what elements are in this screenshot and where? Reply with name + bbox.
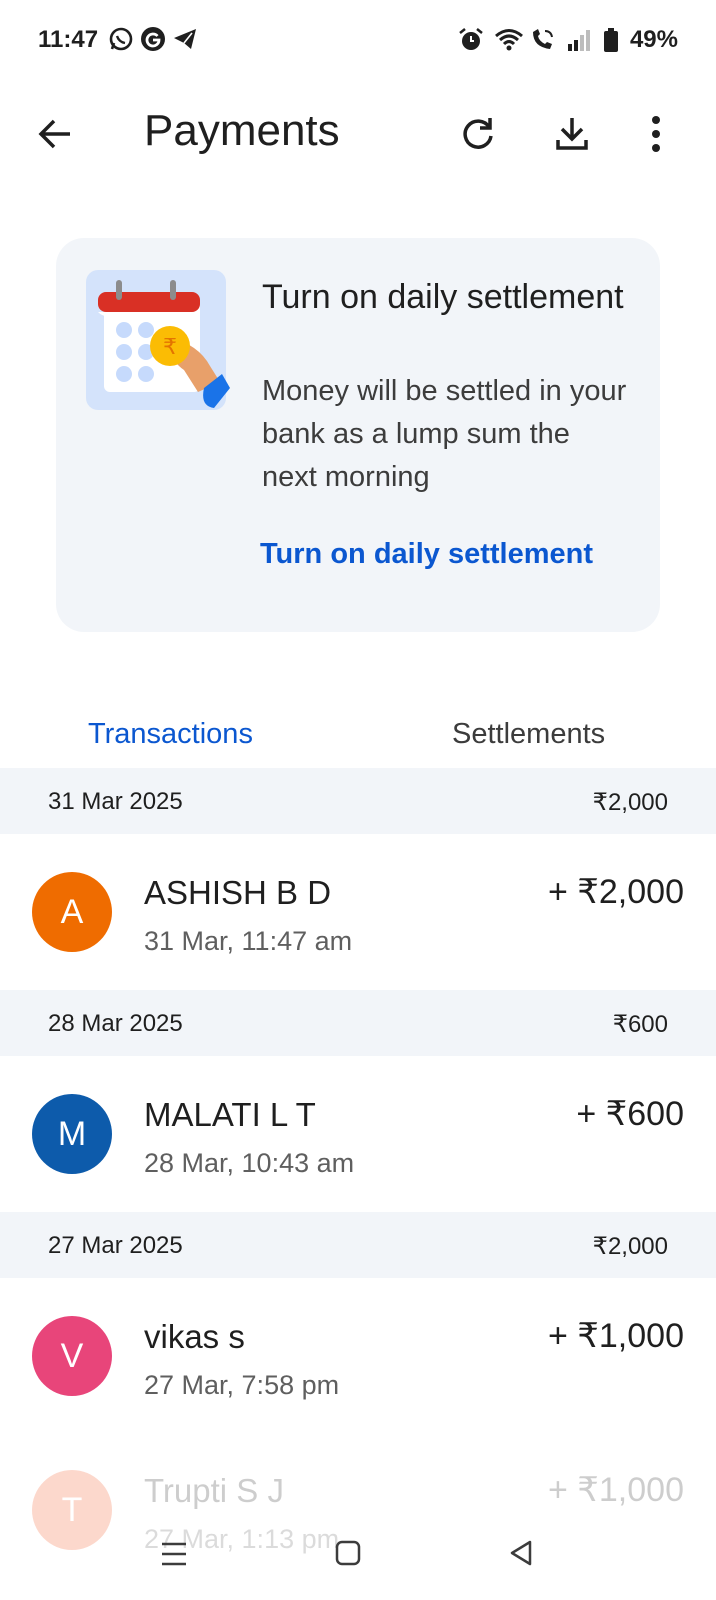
telegram-icon [172, 26, 198, 52]
page-title: Payments [144, 106, 340, 155]
tab-transactions[interactable]: Transactions [88, 718, 253, 751]
avatar: V [32, 1316, 112, 1396]
back-icon [510, 1540, 532, 1566]
payer-name: vikas s [144, 1318, 245, 1355]
refresh-button[interactable] [454, 110, 502, 158]
date-group-header: 31 Mar 2025 ₹2,000 [0, 768, 716, 834]
group-total: ₹2,000 [592, 1233, 668, 1260]
avatar: A [32, 872, 112, 952]
transaction-row[interactable]: A ASHISH B D 31 Mar, 11:47 am + ₹2,000 [0, 834, 716, 994]
date-group-header: 28 Mar 2025 ₹600 [0, 990, 716, 1056]
avatar: M [32, 1094, 112, 1174]
battery-icon [602, 27, 620, 53]
google-icon [140, 26, 166, 52]
payer-name: MALATI L T [144, 1096, 316, 1133]
group-total: ₹2,000 [592, 789, 668, 816]
recents-button[interactable] [152, 1532, 196, 1576]
date-group-header: 27 Mar 2025 ₹2,000 [0, 1212, 716, 1278]
home-icon [335, 1540, 361, 1566]
promo-title: Turn on daily settlement [262, 278, 624, 316]
app-bar: Payments [0, 84, 716, 184]
payer-name: Trupti S J [144, 1472, 284, 1509]
download-icon [556, 118, 588, 150]
recents-icon [162, 1542, 186, 1566]
transaction-amount: + ₹600 [576, 1095, 684, 1133]
transaction-time: 31 Mar, 11:47 am [144, 926, 353, 956]
refresh-icon [463, 118, 493, 149]
payer-name: ASHISH B D [144, 874, 332, 911]
group-date: 28 Mar 2025 [48, 1010, 183, 1037]
status-time: 11:47 [38, 26, 99, 53]
transaction-row[interactable]: V vikas s 27 Mar, 7:58 pm + ₹1,000 [0, 1278, 716, 1438]
group-total: ₹600 [612, 1011, 668, 1038]
wifi-icon [494, 27, 523, 53]
more-vert-icon [652, 116, 660, 152]
transaction-row[interactable]: M MALATI L T 28 Mar, 10:43 am + ₹600 [0, 1056, 716, 1216]
tab-settlements[interactable]: Settlements [452, 718, 605, 751]
nav-back-button[interactable] [500, 1532, 544, 1576]
wifi-call-icon [530, 27, 556, 53]
battery-percent: 49% [629, 26, 678, 53]
home-button[interactable] [326, 1532, 370, 1576]
daily-settlement-card: ₹ Turn on daily settlement Money will be… [56, 238, 660, 632]
transaction-amount: + ₹1,000 [547, 1317, 684, 1355]
whatsapp-icon [108, 26, 134, 52]
transaction-amount: + ₹2,000 [547, 873, 684, 911]
group-date: 27 Mar 2025 [48, 1232, 183, 1259]
signal-icon [566, 27, 592, 53]
svg-text:₹: ₹ [163, 335, 177, 360]
more-options-button[interactable] [644, 110, 692, 158]
back-button[interactable] [32, 110, 80, 158]
transaction-time: 27 Mar, 7:58 pm [144, 1370, 340, 1400]
transaction-time: 28 Mar, 10:43 am [144, 1148, 355, 1178]
group-date: 31 Mar 2025 [48, 788, 183, 815]
system-nav-bar [0, 1512, 716, 1600]
status-bar: 11:47 49% [0, 0, 716, 84]
download-button[interactable] [548, 110, 596, 158]
alarm-icon [458, 27, 484, 53]
transaction-amount: + ₹1,000 [547, 1471, 684, 1509]
calendar-coin-icon: ₹ [86, 270, 232, 416]
turn-on-daily-settlement-link[interactable]: Turn on daily settlement [260, 538, 593, 571]
promo-description: Money will be settled in your bank as a … [262, 375, 627, 493]
back-arrow-icon [38, 119, 70, 149]
